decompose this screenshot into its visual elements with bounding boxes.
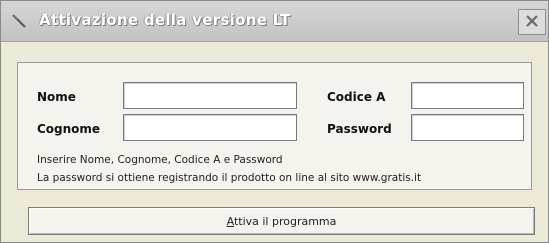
codice-a-field[interactable]: [411, 82, 524, 109]
activate-program-label: Attiva il programma: [226, 214, 337, 228]
activate-program-button[interactable]: Attiva il programma: [28, 207, 535, 235]
cognome-field[interactable]: [123, 114, 297, 141]
cognome-label: Cognome: [37, 122, 101, 136]
close-icon: [525, 13, 539, 32]
window-title: Attivazione della versione LT: [39, 11, 291, 29]
activation-dialog: Attivazione della versione LT Nome Cogno…: [0, 0, 549, 243]
nome-label: Nome: [37, 90, 76, 104]
password-label: Password: [327, 122, 392, 136]
info-line-1: Inserire Nome, Cognome, Codice A e Passw…: [37, 154, 283, 166]
info-line-2: La password si ottiene registrando il pr…: [37, 172, 422, 184]
form-panel: Nome Cognome Codice A Password Inserire …: [17, 62, 532, 190]
nome-field[interactable]: [123, 82, 297, 109]
password-field[interactable]: [411, 114, 524, 141]
title-bar[interactable]: Attivazione della versione LT: [1, 1, 548, 42]
codice-a-label: Codice A: [327, 90, 386, 104]
app-feather-icon: [11, 13, 27, 29]
close-button[interactable]: [518, 9, 546, 35]
